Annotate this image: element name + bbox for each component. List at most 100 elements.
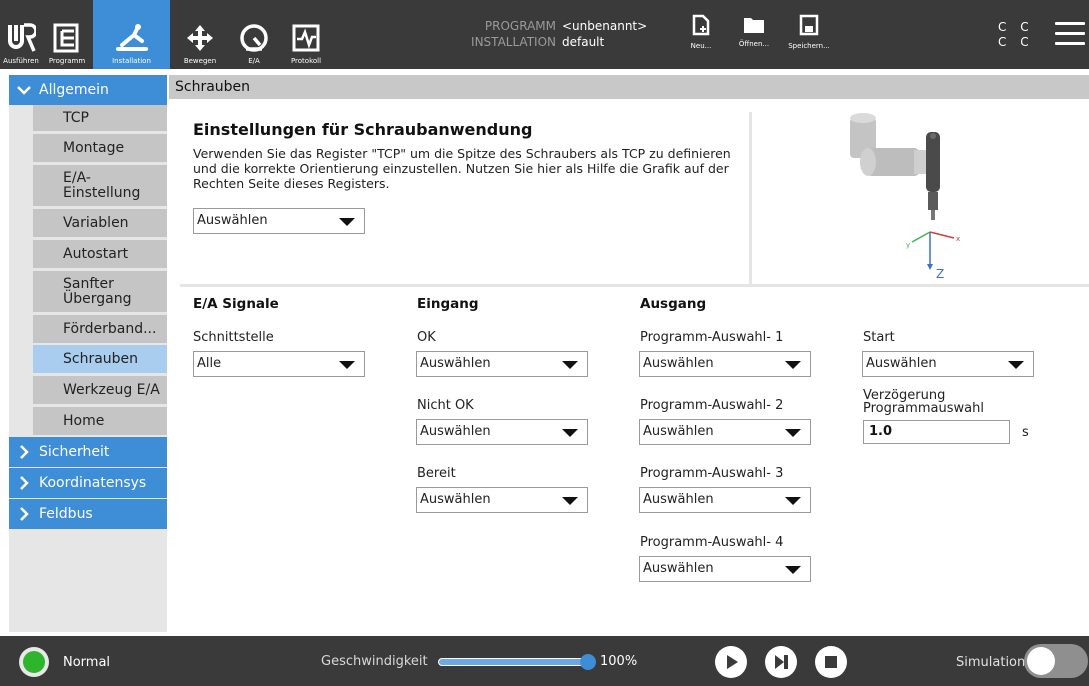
open-file-button[interactable]: Öffnen... xyxy=(734,14,774,48)
delay-label: Verzögerung Programmauswahl xyxy=(863,388,984,416)
dropdown-value: Auswählen xyxy=(420,492,491,507)
speed-label: Geschwindigkeit xyxy=(321,654,428,669)
sidebar-item-smooth-transition[interactable]: Sanfter Übergang xyxy=(33,271,167,312)
sidebar-item-label: Werkzeug E/A xyxy=(63,381,160,398)
new-file-button[interactable]: Neu... xyxy=(686,14,716,50)
sidebar-item-conveyor[interactable]: Förderband... xyxy=(33,315,167,343)
installation-name: default xyxy=(562,35,605,49)
sidebar-section-general[interactable]: Allgemein xyxy=(9,75,167,105)
axis-origin-icon xyxy=(911,231,955,270)
input-not-ok-dropdown[interactable]: Auswählen xyxy=(416,419,588,445)
io-gauge-icon xyxy=(240,24,268,52)
sidebar-item-label: Home xyxy=(63,412,105,429)
folder-icon xyxy=(744,18,764,33)
interface-dropdown[interactable]: Alle xyxy=(193,351,365,377)
top-bar: Ausführen Programm Installation Bewegen … xyxy=(0,0,1089,69)
nav-move-label: Bewegen xyxy=(183,57,217,65)
nav-log-label: Protokoll xyxy=(290,57,322,65)
robot-status: Normal xyxy=(63,655,111,670)
output-program-select-4-label: Programm-Auswahl- 4 xyxy=(640,535,784,550)
nav-move[interactable]: Bewegen xyxy=(176,0,224,69)
nav-run-label: Ausführen xyxy=(3,57,39,65)
dropdown-value: Alle xyxy=(197,356,222,371)
sidebar-item-label: Variablen xyxy=(63,214,129,231)
tool-select-dropdown[interactable]: Auswählen xyxy=(193,208,365,234)
save-disk-icon xyxy=(799,14,819,36)
screwdriver-illustration: x y Z xyxy=(850,113,960,280)
dropdown-arrow-icon xyxy=(339,361,355,369)
input-ok-dropdown[interactable]: Auswählen xyxy=(416,351,588,377)
dropdown-value: Auswählen xyxy=(643,561,714,576)
program-name: <unbenannt> xyxy=(562,19,648,33)
nav-program[interactable]: Programm xyxy=(42,0,92,69)
interface-label: Schnittstelle xyxy=(193,330,274,345)
speed-slider[interactable] xyxy=(438,658,590,666)
output-program-select-3-dropdown[interactable]: Auswählen xyxy=(639,487,811,513)
sidebar-section-label: Sicherheit xyxy=(39,444,110,460)
stop-button[interactable] xyxy=(815,646,847,678)
dropdown-value: Auswählen xyxy=(643,356,714,371)
dropdown-arrow-icon xyxy=(785,566,801,574)
sidebar-section-safety[interactable]: Sicherheit xyxy=(9,437,167,467)
output-program-select-2-label: Programm-Auswahl- 2 xyxy=(640,398,784,413)
dropdown-value: Auswählen xyxy=(420,356,491,371)
vertical-divider xyxy=(749,112,752,284)
sidebar-item-label: Autostart xyxy=(63,245,129,262)
sidebar-section-label: Feldbus xyxy=(39,506,93,522)
nav-io[interactable]: E/A xyxy=(228,0,280,69)
play-button[interactable] xyxy=(715,646,747,678)
sidebar-item-autostart[interactable]: Autostart xyxy=(33,240,167,268)
sidebar-section-fieldbus[interactable]: Feldbus xyxy=(9,499,167,529)
chevron-right-icon xyxy=(9,475,39,491)
sidebar-item-label: Montage xyxy=(63,139,125,156)
robot-arm-icon xyxy=(115,24,148,51)
input-ready-label: Bereit xyxy=(417,466,456,481)
sidebar-item-tcp[interactable]: TCP xyxy=(33,105,167,131)
start-dropdown[interactable]: Auswählen xyxy=(862,351,1034,377)
sidebar-section-coordinates[interactable]: Koordinatensys xyxy=(9,468,167,498)
simulation-toggle[interactable] xyxy=(1024,644,1088,678)
axis-y-label: y xyxy=(906,241,910,249)
save-file-button[interactable]: Speichern... xyxy=(783,14,835,50)
speed-slider-thumb[interactable] xyxy=(580,654,596,670)
axis-z-label: Z xyxy=(936,267,944,280)
dropdown-value: Auswählen xyxy=(866,356,937,371)
nav-log[interactable]: Protokoll xyxy=(284,0,328,69)
dropdown-arrow-icon xyxy=(1008,361,1024,369)
sidebar-item-variables[interactable]: Variablen xyxy=(33,209,167,237)
play-icon xyxy=(727,655,738,669)
delay-input[interactable]: 1.0 xyxy=(863,420,1010,444)
log-graph-icon xyxy=(292,24,320,52)
sidebar-item-label: Schrauben xyxy=(63,350,139,367)
sidebar-item-mounting[interactable]: Montage xyxy=(33,134,167,162)
chevron-down-icon xyxy=(9,84,39,96)
horizontal-divider xyxy=(180,284,1089,287)
sidebar-item-label: Sanfter Übergang xyxy=(63,275,132,307)
step-icon xyxy=(775,655,788,669)
sidebar: Allgemein TCP Montage E/A- Einstellung V… xyxy=(9,75,167,632)
page-title: Einstellungen für Schraubanwendung xyxy=(193,120,533,139)
sidebar-item-screwing[interactable]: Schrauben xyxy=(33,345,167,373)
dropdown-value: Auswählen xyxy=(197,213,268,228)
sidebar-item-home[interactable]: Home xyxy=(33,407,167,435)
sidebar-item-io-setup[interactable]: E/A- Einstellung xyxy=(33,165,167,206)
output-program-select-1-dropdown[interactable]: Auswählen xyxy=(639,351,811,377)
dropdown-arrow-icon xyxy=(785,497,801,505)
save-file-label: Speichern... xyxy=(788,42,830,50)
sidebar-item-label: TCP xyxy=(63,109,89,126)
hamburger-menu-icon[interactable] xyxy=(1055,22,1085,46)
nav-installation-label: Installation xyxy=(112,57,151,65)
column-header-input: Eingang xyxy=(417,296,479,312)
description-text: Verwenden Sie das Register "TCP" um die … xyxy=(193,146,731,191)
output-program-select-2-dropdown[interactable]: Auswählen xyxy=(639,419,811,445)
sidebar-item-tool-io[interactable]: Werkzeug E/A xyxy=(33,376,167,404)
cc-row-1: C C xyxy=(998,20,1034,34)
nav-run[interactable]: Ausführen xyxy=(0,0,42,69)
stop-icon xyxy=(825,656,837,668)
output-program-select-4-dropdown[interactable]: Auswählen xyxy=(639,556,811,582)
input-ready-dropdown[interactable]: Auswählen xyxy=(416,487,588,513)
nav-installation[interactable]: Installation xyxy=(93,0,170,69)
step-button[interactable] xyxy=(765,646,797,678)
dropdown-arrow-icon xyxy=(562,497,578,505)
power-status-icon[interactable] xyxy=(19,647,49,677)
